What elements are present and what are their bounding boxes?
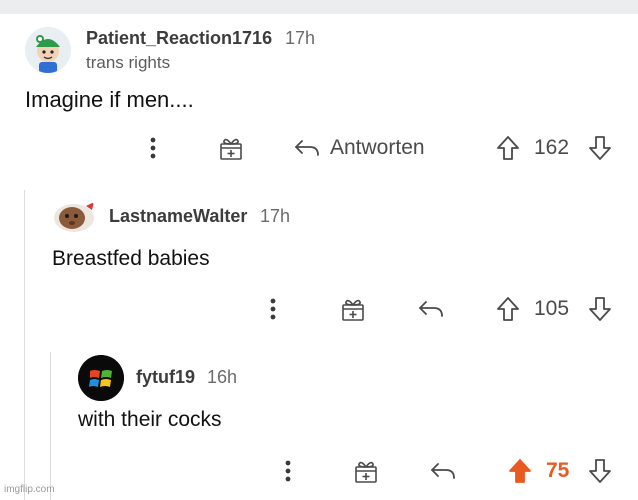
- comment-2: LastnameWalter 17h Breastfed babies 105: [0, 180, 638, 340]
- avatar[interactable]: [78, 355, 124, 401]
- downvote-button[interactable]: [586, 131, 614, 165]
- downvote-arrow-icon: [588, 458, 612, 484]
- watermark: imgflip.com: [4, 484, 55, 495]
- username[interactable]: Patient_Reaction1716: [86, 28, 272, 49]
- comment-body: Imagine if men....: [25, 87, 194, 112]
- username[interactable]: LastnameWalter: [109, 206, 247, 227]
- timestamp: 16h: [207, 367, 238, 387]
- action-row: Antworten 162: [0, 131, 638, 165]
- downvote-button[interactable]: [586, 292, 614, 326]
- gift-award-icon: [353, 458, 379, 484]
- more-options-icon: [150, 137, 156, 159]
- upvote-button[interactable]: [506, 454, 534, 488]
- vote-count: 162: [534, 136, 570, 159]
- avatar[interactable]: [25, 27, 71, 73]
- comment-1: Patient_Reaction1716 17h trans rights Im…: [0, 0, 638, 180]
- comment-body: Breastfed babies: [52, 247, 210, 270]
- downvote-arrow-icon: [588, 135, 612, 161]
- reply-button[interactable]: [428, 454, 458, 488]
- more-options-button[interactable]: [142, 131, 164, 165]
- user-flair: trans rights: [86, 53, 171, 72]
- reply-icon: [430, 461, 456, 481]
- reply-icon: [294, 138, 320, 158]
- award-button[interactable]: [352, 454, 380, 488]
- comment-body: with their cocks: [78, 408, 222, 431]
- upvote-button[interactable]: [494, 292, 522, 326]
- comment-3: fytuf19 16h with their cocks 75: [0, 340, 638, 500]
- more-options-button[interactable]: [262, 292, 284, 326]
- more-options-icon: [285, 460, 291, 482]
- timestamp: 17h: [285, 28, 316, 48]
- award-button[interactable]: [339, 292, 367, 326]
- action-row: 105: [0, 292, 638, 326]
- upvote-arrow-icon: [496, 135, 520, 161]
- upvote-arrow-icon: [496, 296, 520, 322]
- more-options-icon: [270, 298, 276, 320]
- gift-award-icon: [340, 296, 366, 322]
- timestamp: 17h: [260, 206, 291, 226]
- award-button[interactable]: [217, 131, 245, 165]
- downvote-arrow-icon: [588, 296, 612, 322]
- upvote-arrow-icon: [508, 458, 532, 484]
- gift-award-icon: [218, 135, 244, 161]
- downvote-button[interactable]: [586, 454, 614, 488]
- avatar[interactable]: [52, 196, 98, 234]
- reply-label: Antworten: [330, 136, 425, 159]
- vote-count: 75: [546, 459, 570, 482]
- reply-button[interactable]: [416, 292, 446, 326]
- vote-count: 105: [534, 297, 570, 320]
- username[interactable]: fytuf19: [136, 367, 195, 388]
- reply-button[interactable]: Antworten: [294, 131, 444, 165]
- more-options-button[interactable]: [277, 454, 299, 488]
- upvote-button[interactable]: [494, 131, 522, 165]
- action-row: 75: [0, 454, 638, 488]
- reply-icon: [418, 299, 444, 319]
